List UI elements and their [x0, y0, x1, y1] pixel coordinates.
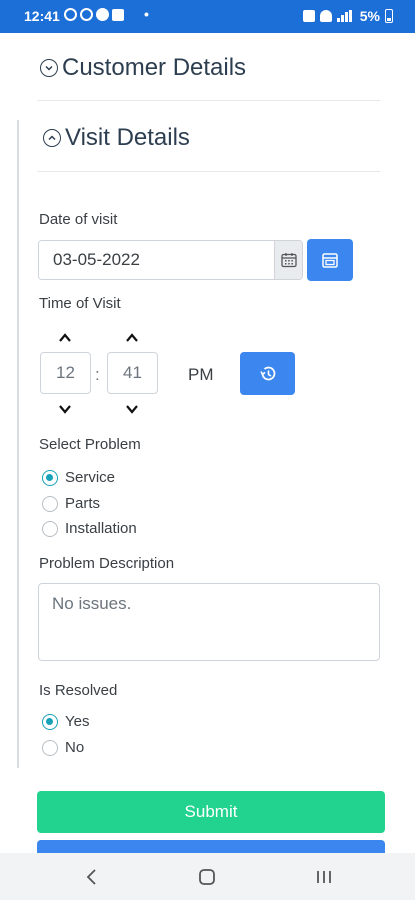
calendar-icon [280, 253, 297, 268]
submit-button[interactable]: Submit [37, 791, 385, 833]
option-label: Yes [65, 713, 90, 730]
minute-down-icon[interactable] [124, 401, 140, 417]
visit-details-title: Visit Details [65, 124, 190, 151]
wifi-icon [319, 10, 332, 22]
date-input[interactable] [39, 241, 274, 279]
calendar-plus-icon [322, 253, 338, 268]
time-separator: : [95, 365, 100, 384]
resolved-label: Is Resolved [39, 682, 118, 699]
battery-percent: 5% [359, 8, 380, 24]
radio-unchecked[interactable] [42, 520, 58, 537]
recents-icon [317, 871, 331, 883]
home-icon [199, 869, 215, 885]
radio-checked[interactable] [42, 469, 58, 486]
battery-icon [385, 9, 393, 23]
option-label: Parts [65, 495, 101, 512]
date-group [38, 240, 303, 280]
status-time: 12:41 [24, 8, 60, 24]
meridian-label: PM [188, 365, 214, 384]
message-icon [112, 9, 124, 21]
calendar-addon[interactable] [274, 241, 302, 279]
hour-down-icon[interactable] [57, 401, 73, 417]
system-navigation-bar [0, 853, 415, 900]
chevron-down-circle-icon [40, 59, 58, 77]
divider [37, 171, 380, 172]
option-label: Installation [65, 520, 137, 537]
chevron-up-circle-icon [43, 129, 61, 147]
time-label: Time of Visit [39, 295, 121, 312]
customer-details-header[interactable]: Customer Details [40, 54, 246, 82]
clock-history-icon [259, 366, 275, 380]
problem-option-installation[interactable]: Installation [42, 520, 137, 537]
radio-checked[interactable] [42, 713, 58, 730]
divider [37, 100, 380, 101]
whatsapp-business-icon [80, 8, 93, 21]
section-rail [17, 120, 19, 768]
notification-icons [64, 8, 124, 21]
option-label: No [65, 739, 85, 756]
resolved-option-no[interactable]: No [42, 739, 84, 756]
visit-details-header[interactable]: Visit Details [43, 124, 190, 152]
option-label: Service [65, 469, 116, 486]
recents-button[interactable] [312, 865, 336, 889]
status-right: 5% [302, 8, 393, 24]
problem-option-parts[interactable]: Parts [42, 495, 100, 512]
time-now-button[interactable] [240, 352, 295, 395]
back-icon [86, 869, 96, 885]
minute-up-icon[interactable] [124, 330, 140, 346]
customer-details-title: Customer Details [62, 54, 247, 81]
radio-unchecked[interactable] [42, 495, 58, 512]
calendar-today-button[interactable] [307, 239, 353, 281]
resolved-option-yes[interactable]: Yes [42, 713, 89, 730]
status-bar: 12:41 • 5% [0, 0, 415, 33]
problem-option-service[interactable]: Service [42, 469, 115, 486]
hour-input[interactable]: 12 [40, 352, 91, 394]
back-button[interactable] [80, 865, 104, 889]
status-bullet: • [144, 6, 149, 22]
hour-up-icon[interactable] [57, 330, 73, 346]
alarm-icon [302, 10, 315, 22]
minute-input[interactable]: 41 [107, 352, 158, 394]
description-label: Problem Description [39, 555, 175, 572]
description-textarea[interactable]: No issues. [38, 583, 380, 661]
whatsapp-icon [64, 8, 77, 21]
secondary-button[interactable] [37, 840, 385, 854]
signal-icon [336, 10, 355, 22]
home-button[interactable] [195, 865, 219, 889]
problem-label: Select Problem [39, 436, 141, 453]
date-label: Date of visit [39, 211, 118, 228]
messenger-icon [96, 8, 109, 21]
radio-unchecked[interactable] [42, 739, 58, 756]
